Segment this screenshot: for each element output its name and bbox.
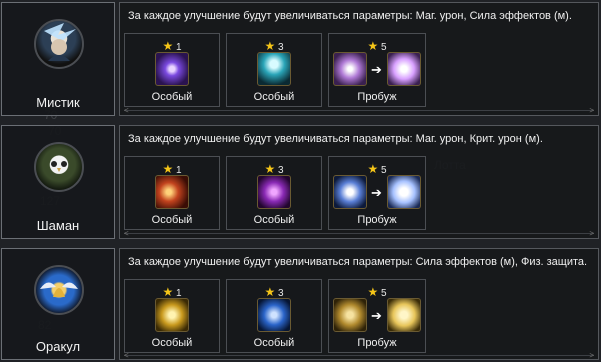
bell-wings-portrait-icon [34,265,84,315]
skill-card-3[interactable]: ★ 5 ➔ Пробуж [328,33,426,107]
mystic-portrait-icon [34,19,84,69]
skill-card-2[interactable]: ★ 3 Особый [226,156,322,230]
class-name: Оракул [35,339,81,354]
scroll-right-icon[interactable]: > [589,229,594,238]
horizontal-scrollbar[interactable]: < > [124,106,594,117]
owl-portrait-icon [34,142,84,192]
skill-card-2[interactable]: ★ 3 Особый [226,33,322,107]
star-icon: ★ [162,162,174,176]
scroll-left-icon[interactable]: < [124,351,129,360]
class-detail-panel: За каждое улучшение будут увеличиваться … [119,125,599,239]
skill-label: Особый [253,337,295,349]
scroll-left-icon[interactable]: < [124,106,129,115]
star-icon: ★ [264,285,276,299]
golden-dancer-icon [387,298,421,332]
golden-sphere-icon [155,298,189,332]
arrow-right-icon: ➔ [371,62,382,77]
star-count: 5 [380,288,387,299]
skill-card-3[interactable]: ★ 5 ➔ Пробуж [328,156,426,230]
light-wings-icon [387,175,421,209]
horizontal-scrollbar[interactable]: < > [124,351,594,362]
blue-rings-icon [257,298,291,332]
class-name: Шаман [36,218,80,233]
arrow-right-icon: ➔ [371,308,382,323]
golden-dancer-icon [333,298,367,332]
star-icon: ★ [162,39,174,53]
upgrade-description: За каждое улучшение будут увеличиваться … [128,256,588,268]
violet-demon-icon [257,175,291,209]
skill-label: Особый [253,91,295,103]
fire-orbs-icon [155,175,189,209]
burst-upgrade-icon [387,52,421,86]
star-count: 5 [380,42,387,53]
class-portrait-card[interactable]: Шаман [1,125,115,239]
star-icon: ★ [367,162,379,176]
scroll-right-icon[interactable]: > [589,351,594,360]
class-detail-panel: За каждое улучшение будут увеличиваться … [119,248,599,360]
skill-label: Особый [151,337,193,349]
skill-card-1[interactable]: ★ 1 Особый [124,33,220,107]
upgrade-description: За каждое улучшение будут увеличиваться … [128,133,543,145]
skill-label: Пробуж [357,214,397,226]
arrow-right-icon: ➔ [371,185,382,200]
skill-label: Особый [151,91,193,103]
star-icon: ★ [367,285,379,299]
skill-label: Пробуж [357,91,397,103]
skill-label: Особый [253,214,295,226]
star-icon: ★ [162,285,174,299]
cyan-spirit-icon [257,52,291,86]
purple-orb-icon [155,52,189,86]
skill-card-3[interactable]: ★ 5 ➔ Пробуж [328,279,426,353]
class-name: Мистик [36,95,80,110]
horizontal-scrollbar[interactable]: < > [124,229,594,240]
skill-card-1[interactable]: ★ 1 Особый [124,156,220,230]
star-icon: ★ [264,162,276,176]
class-detail-panel: За каждое улучшение будут увеличиваться … [119,2,599,116]
star-icon: ★ [264,39,276,53]
scroll-right-icon[interactable]: > [589,106,594,115]
class-portrait-card[interactable]: Оракул [1,248,115,360]
star-count: 5 [380,165,387,176]
skill-label: Пробуж [357,337,397,349]
skill-card-1[interactable]: ★ 1 Особый [124,279,220,353]
scroll-left-icon[interactable]: < [124,229,129,238]
class-portrait-card[interactable]: Мистик [1,2,115,116]
skill-card-2[interactable]: ★ 3 Особый [226,279,322,353]
skill-label: Особый [151,214,193,226]
burst-upgrade-icon [333,52,367,86]
light-wings-icon [333,175,367,209]
upgrade-description: За каждое улучшение будут увеличиваться … [128,10,572,22]
star-icon: ★ [367,39,379,53]
